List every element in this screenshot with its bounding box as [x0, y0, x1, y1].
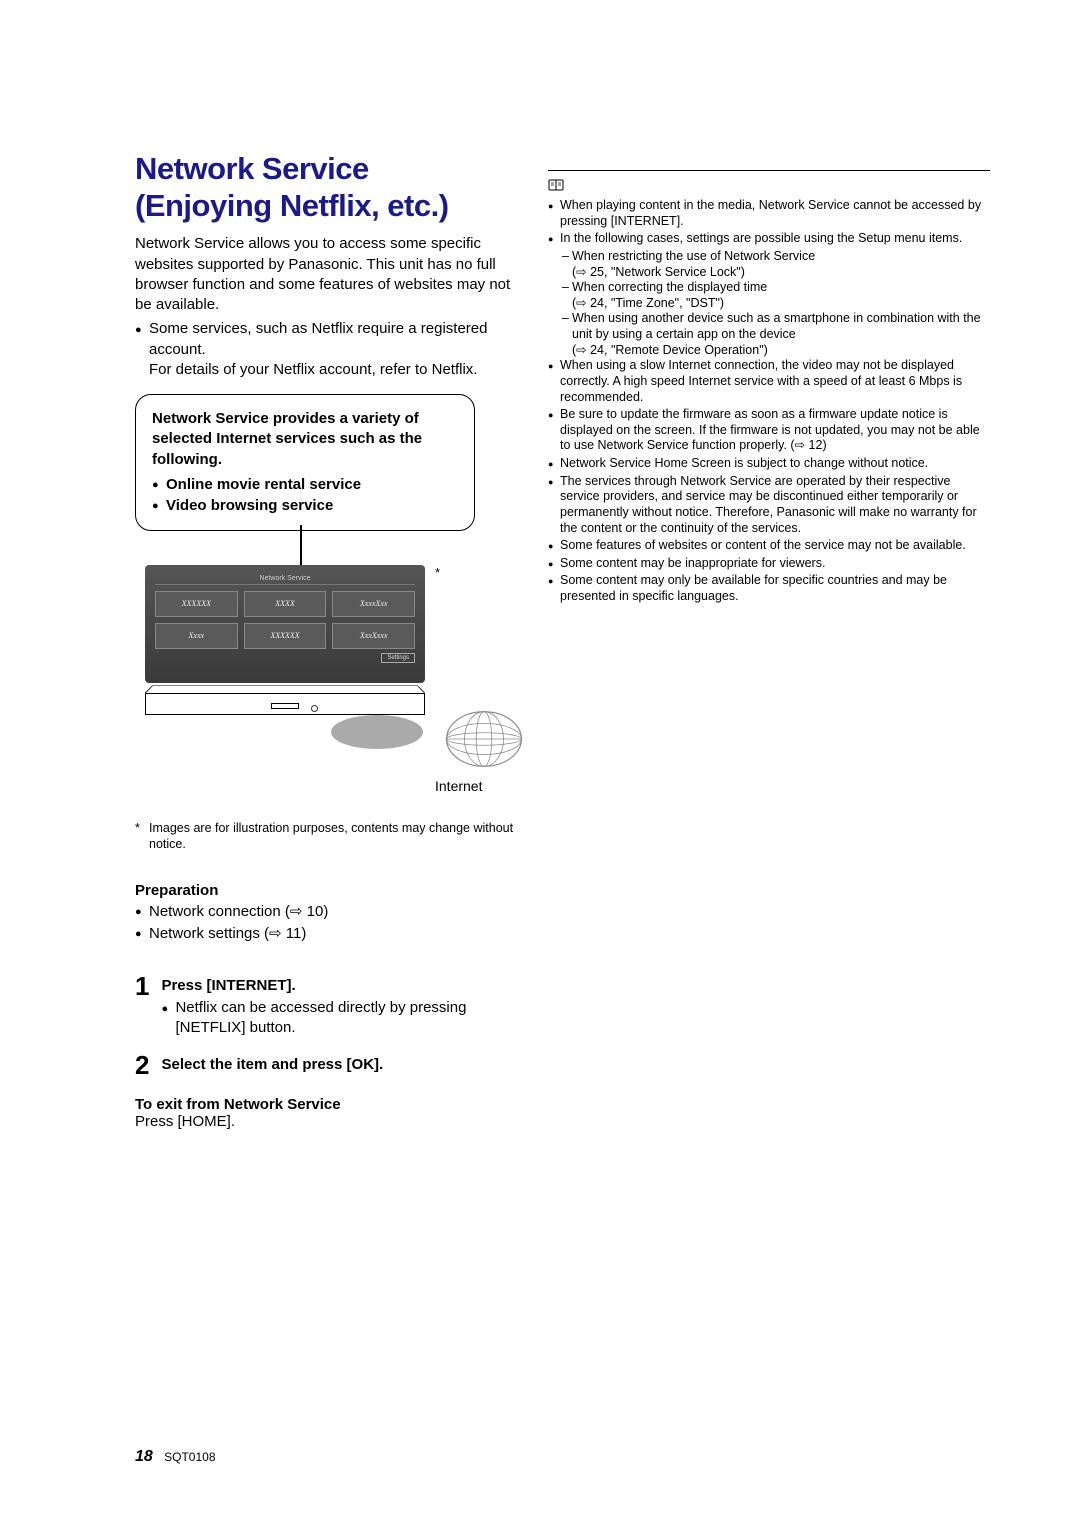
tile: XXXXXX — [155, 591, 238, 617]
step-number: 2 — [135, 1052, 149, 1078]
step-1: 1 Press [INTERNET]. Netflix can be acces… — [135, 973, 520, 1039]
exit-body: Press [HOME]. — [135, 1113, 520, 1130]
callout-item-2: Video browsing service — [152, 495, 458, 516]
tv-stand — [145, 683, 425, 715]
callout-item-1: Online movie rental service — [152, 474, 458, 495]
note-item: When using a slow Internet connection, t… — [548, 358, 990, 405]
note-item: The services through Network Service are… — [548, 474, 990, 537]
footnote-mark: * — [135, 821, 140, 837]
note-item: Network Service Home Screen is subject t… — [548, 456, 990, 472]
step-number: 1 — [135, 973, 149, 1039]
note-item: Some content may only be available for s… — [548, 573, 990, 604]
note-item: When correcting the displayed time — [548, 280, 990, 296]
step-title: Press [INTERNET]. — [161, 977, 520, 994]
title-line1: Network Service — [135, 151, 369, 186]
note-item: In the following cases, settings are pos… — [548, 231, 990, 247]
note-item: (⇨ 24, "Remote Device Operation") — [548, 343, 990, 359]
exit-title: To exit from Network Service — [135, 1096, 520, 1113]
doc-id: SQT0108 — [164, 1450, 215, 1464]
notes-list: When playing content in the media, Netwo… — [548, 198, 990, 605]
internet-label: Internet — [435, 778, 482, 794]
note-item: (⇨ 24, "Time Zone", "DST") — [548, 296, 990, 312]
callout-box: Network Service provides a variety of se… — [135, 394, 475, 531]
intro-bullet: Some services, such as Netflix require a… — [135, 319, 520, 360]
note-item: Some content may be inappropriate for vi… — [548, 556, 990, 572]
star-marker: * — [435, 565, 440, 580]
step-title: Select the item and press [OK]. — [161, 1056, 520, 1073]
prep-item-1: Network connection (⇨ 10) — [135, 901, 520, 923]
connection-blob — [331, 715, 423, 749]
note-item: Be sure to update the firmware as soon a… — [548, 407, 990, 454]
footnote-text: Images are for illustration purposes, co… — [135, 821, 520, 852]
tile: XxxxXxx — [332, 591, 415, 617]
tile: Xxxx — [155, 623, 238, 649]
tv-header: Network Service — [155, 575, 415, 585]
prep-item-2: Network settings (⇨ 11) — [135, 923, 520, 945]
tile: XXXX — [244, 591, 327, 617]
note-item: When restricting the use of Network Serv… — [548, 249, 990, 265]
note-item: When playing content in the media, Netwo… — [548, 198, 990, 229]
callout-title: Network Service provides a variety of se… — [152, 409, 458, 470]
tile: XxxXxxx — [332, 623, 415, 649]
title-line2: (Enjoying Netflix, etc.) — [135, 188, 449, 223]
note-icon — [548, 179, 990, 194]
globe-icon — [445, 700, 523, 778]
page-number: 18 — [135, 1448, 153, 1465]
intro-sub: For details of your Netflix account, ref… — [135, 360, 520, 380]
tile: XXXXXX — [244, 623, 327, 649]
tv-screen: Network Service XXXXXX XXXX XxxxXxx Xxxx… — [145, 565, 425, 683]
settings-button: Settings — [381, 653, 415, 663]
intro-text: Network Service allows you to access som… — [135, 234, 520, 315]
step-2: 2 Select the item and press [OK]. — [135, 1052, 520, 1078]
page-footer: 18 SQT0108 — [135, 1448, 216, 1466]
note-item: When using another device such as a smar… — [548, 311, 990, 342]
divider — [548, 170, 990, 171]
note-item: Some features of websites or content of … — [548, 538, 990, 554]
preparation-heading: Preparation — [135, 882, 520, 899]
diagram: Network Service XXXXXX XXXX XxxxXxx Xxxx… — [135, 525, 520, 815]
note-item: (⇨ 25, "Network Service Lock") — [548, 265, 990, 281]
footnote: * Images are for illustration purposes, … — [135, 821, 520, 852]
step-sub: Netflix can be accessed directly by pres… — [161, 998, 520, 1039]
page-title: Network Service (Enjoying Netflix, etc.) — [135, 150, 520, 224]
